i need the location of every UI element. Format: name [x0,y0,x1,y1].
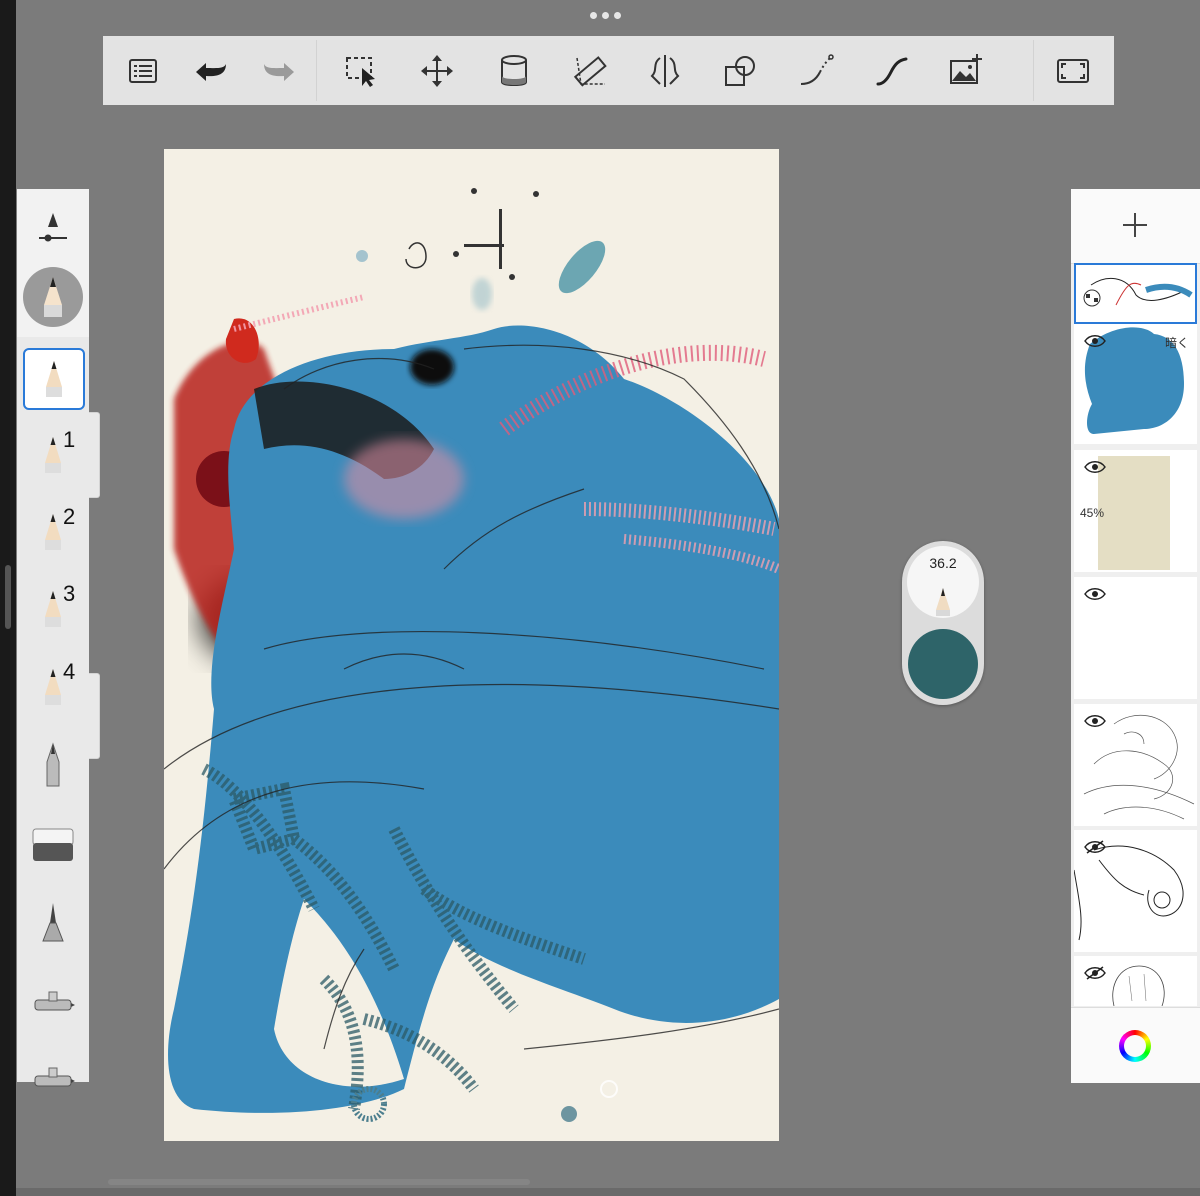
layer-opacity: 45% [1080,506,1105,520]
brush-airbrush[interactable] [23,973,83,1033]
current-brush-indicator[interactable] [23,267,83,327]
eye-icon[interactable] [1084,587,1106,601]
drawing-canvas[interactable] [164,149,779,1141]
add-image-icon[interactable] [942,47,990,95]
eye-icon[interactable] [1084,334,1106,348]
layers-panel: 暗く 45% [1071,189,1200,1083]
eye-hidden-icon[interactable] [1084,966,1106,980]
layer-mask-icon [1083,289,1101,307]
device-bottom-edge [16,1188,1200,1196]
ruler-icon[interactable] [566,47,614,95]
selection-icon[interactable] [337,47,385,95]
current-color-swatch[interactable] [908,629,978,699]
layer-sketch-top[interactable] [1074,263,1197,324]
brush-number: 1 [63,427,76,452]
brush-airbrush-2[interactable] [23,1049,83,1109]
layer-empty[interactable] [1074,577,1197,699]
brush-number: 3 [63,581,76,606]
brush-ink-pen[interactable] [23,735,83,795]
brush-size-puck[interactable]: 36.2 [907,546,979,618]
artwork [164,188,779,1122]
brush-size-opacity-icon[interactable] [37,207,69,247]
undo-icon[interactable] [187,47,235,95]
brush-number: 2 [63,504,76,529]
stroke-curve-icon[interactable] [868,47,916,95]
brush-pencil-4[interactable]: 4 [23,657,83,717]
layer-line-sketch[interactable] [1074,704,1197,826]
shape-icon[interactable] [716,47,764,95]
predictive-stroke-icon[interactable] [793,47,841,95]
multitask-grabber[interactable] [590,12,621,19]
brush-pencil[interactable] [23,348,85,410]
side-handle[interactable] [5,565,11,629]
symmetry-icon[interactable] [641,47,689,95]
brush-set-tab-2[interactable] [89,673,100,759]
brush-set-tab-1[interactable] [89,412,100,498]
brush-number: 4 [63,659,76,684]
eye-hidden-icon[interactable] [1084,840,1106,854]
layer-blue-fill[interactable]: 暗く [1074,324,1197,444]
brush-puck[interactable]: 36.2 [902,541,984,705]
pencil-icon [44,277,62,317]
brush-eraser[interactable] [23,815,83,875]
layer-ink-sketch[interactable] [1074,830,1197,952]
fullscreen-icon[interactable] [1049,47,1097,95]
device-edge [0,0,16,1196]
top-toolbar [103,36,1114,105]
layers-footer [1071,1007,1200,1083]
add-layer-icon[interactable] [1119,209,1151,241]
color-wheel-icon[interactable] [1119,1030,1151,1062]
canvas-scroll-indicator[interactable] [108,1179,530,1185]
layers-header [1071,189,1200,264]
eye-icon[interactable] [1084,460,1106,474]
brush-pencil-2[interactable]: 2 [23,502,83,562]
layer-head-sketch[interactable] [1074,956,1197,1006]
layer-blend-mode: 暗く [1164,336,1189,350]
layer-beige[interactable]: 45% [1074,450,1197,572]
eye-icon[interactable] [1084,714,1106,728]
brush-palette: 1 2 3 4 [17,189,89,1087]
brush-marker[interactable] [23,894,83,954]
brush-palette-header [17,189,89,337]
transform-move-icon[interactable] [413,47,461,95]
fill-bucket-icon[interactable] [490,47,538,95]
pencil-icon [936,588,950,616]
brush-size-value: 36.2 [929,555,957,571]
brush-pencil-3[interactable]: 3 [23,579,83,639]
brush-pencil-1[interactable]: 1 [23,425,83,485]
redo-icon[interactable] [255,47,303,95]
list-icon[interactable] [119,47,167,95]
